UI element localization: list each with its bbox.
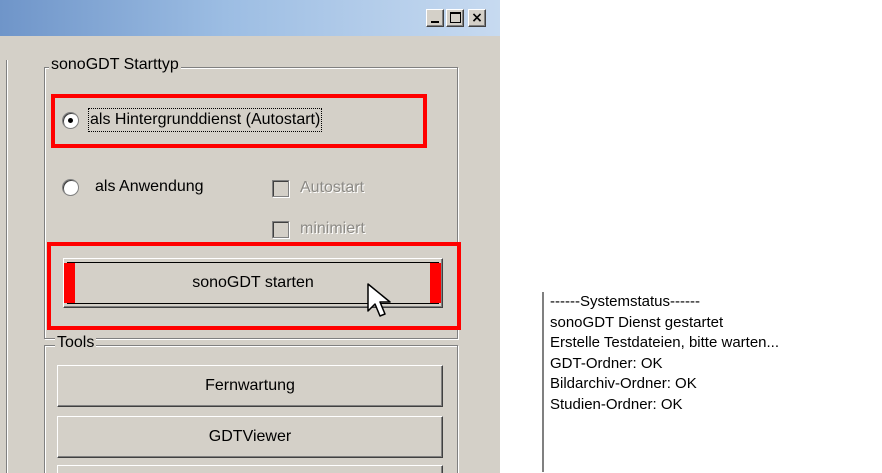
close-button[interactable]: × bbox=[468, 9, 486, 27]
highlight-start-button bbox=[47, 242, 461, 330]
system-status-panel: ------Systemstatus------ sonoGDT Dienst … bbox=[542, 292, 864, 472]
gdtviewer-button[interactable]: GDTViewer bbox=[57, 416, 443, 458]
status-line: Erstelle Testdateien, bitte warten... bbox=[550, 334, 780, 351]
radio-application[interactable] bbox=[62, 179, 79, 196]
maximize-button[interactable] bbox=[446, 9, 464, 27]
status-line: ------Systemstatus------ bbox=[550, 293, 700, 310]
checkbox-autostart-label: Autostart bbox=[300, 179, 365, 196]
checkbox-minimized-label: minimiert bbox=[300, 220, 365, 237]
left-panel-edge bbox=[0, 60, 7, 473]
status-line: Studien-Ordner: OK bbox=[550, 395, 683, 413]
checkbox-minimized[interactable] bbox=[272, 221, 289, 238]
title-bar[interactable]: × bbox=[0, 0, 500, 36]
checkbox-autostart[interactable] bbox=[272, 180, 289, 197]
gdtviewer-button-label: GDTViewer bbox=[208, 428, 292, 445]
next-tool-button[interactable] bbox=[57, 465, 443, 473]
status-line: Bildarchiv-Ordner: OK bbox=[550, 375, 697, 392]
close-icon: × bbox=[471, 10, 483, 26]
highlight-background-service bbox=[51, 94, 427, 148]
start-type-group-title: sonoGDT Starttyp bbox=[49, 56, 181, 74]
radio-application-label[interactable]: als Anwendung bbox=[95, 177, 204, 197]
minimize-button[interactable] bbox=[426, 9, 444, 27]
mouse-cursor-icon bbox=[367, 283, 391, 317]
remote-maintenance-button[interactable]: Fernwartung bbox=[57, 365, 443, 407]
status-line: GDT-Ordner: OK bbox=[550, 354, 663, 372]
app-window: × sonoGDT Starttyp als Hintergrunddienst… bbox=[0, 0, 500, 473]
status-line: sonoGDT Dienst gestartet bbox=[550, 313, 724, 331]
remote-maintenance-button-label: Fernwartung bbox=[205, 377, 295, 394]
tools-group-title: Tools bbox=[55, 334, 97, 352]
